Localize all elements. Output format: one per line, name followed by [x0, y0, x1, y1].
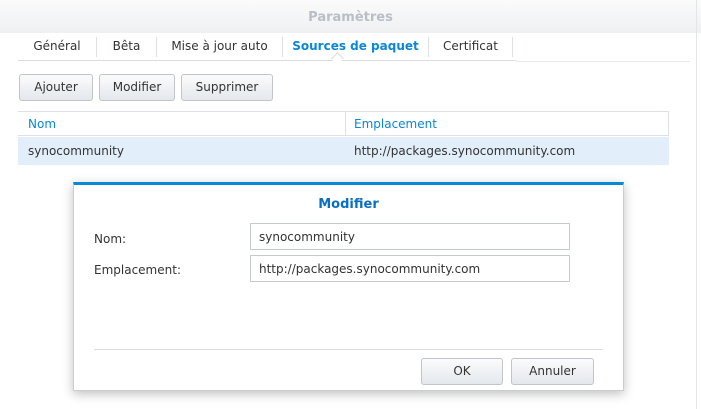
window-edge	[696, 0, 697, 409]
cancel-button[interactable]: Annuler	[511, 358, 594, 385]
delete-button[interactable]: Supprimer	[181, 74, 273, 101]
column-header-location[interactable]: Emplacement	[354, 112, 437, 136]
table-row[interactable]: synocommunity http://packages.synocommun…	[18, 137, 669, 165]
location-field[interactable]	[250, 255, 570, 282]
cell-location: http://packages.synocommunity.com	[354, 144, 576, 158]
tab-divider	[512, 37, 513, 57]
add-button[interactable]: Ajouter	[19, 74, 93, 101]
tab-bar: Général Bêta Mise à jour auto Sources de…	[18, 33, 516, 61]
ok-button[interactable]: OK	[421, 358, 503, 385]
tab-certificate[interactable]: Certificat	[429, 33, 512, 61]
column-header-name[interactable]: Nom	[28, 112, 56, 136]
column-divider[interactable]	[668, 112, 669, 136]
dialog-title: Modifier	[318, 197, 379, 212]
edit-button[interactable]: Modifier	[99, 74, 175, 101]
window-title: Paramètres	[308, 10, 393, 25]
tab-beta[interactable]: Bêta	[97, 33, 156, 61]
grid-header: Nom Emplacement	[18, 111, 669, 136]
dialog-divider	[94, 349, 603, 350]
tab-package-sources[interactable]: Sources de paquet	[283, 33, 428, 61]
location-label: Emplacement:	[94, 263, 181, 277]
column-divider[interactable]	[345, 112, 346, 136]
cell-name: synocommunity	[28, 144, 124, 158]
edit-dialog: Modifier Nom: Emplacement: OK Annuler	[73, 182, 624, 391]
tab-bar-divider	[516, 61, 690, 62]
tab-general[interactable]: Général	[18, 33, 96, 61]
name-label: Nom:	[94, 232, 127, 246]
tab-auto-update[interactable]: Mise à jour auto	[157, 33, 282, 61]
name-field[interactable]	[250, 223, 570, 250]
